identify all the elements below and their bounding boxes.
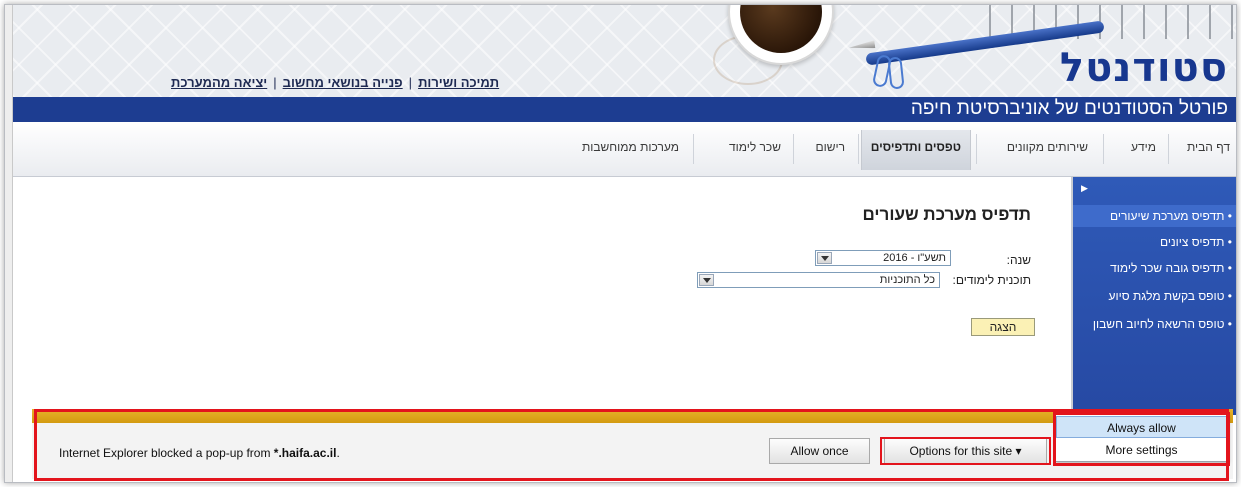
nav-item-home[interactable]: דף הבית (1187, 140, 1230, 154)
allow-once-button[interactable]: Allow once (769, 438, 870, 464)
site-logo[interactable]: סטודנטל (1060, 45, 1228, 91)
sidebar-item-scholarship-form[interactable]: • טופס בקשת מלגת סיוע (1109, 289, 1232, 303)
sidebar-item-tuition-printout[interactable]: • תדפיס גובה שכר לימוד (1110, 261, 1232, 275)
sidebar-item-billing-authorization[interactable]: • טופס הרשאה לחיוב חשבון (1093, 317, 1232, 331)
nav-item-online-services[interactable]: שירותים מקוונים (1007, 140, 1088, 154)
menu-highlight-box (1053, 412, 1230, 466)
options-button-highlight-box (880, 437, 1051, 465)
nav-item-computer-systems[interactable]: מערכות ממוחשבות (582, 140, 679, 154)
program-select[interactable]: כל התוכניות (697, 272, 940, 288)
header-links: תמיכה ושירות|פנייה בנושאי מחשוב|יציאה מה… (171, 75, 500, 90)
window-edge (5, 5, 13, 482)
support-link[interactable]: תמיכה ושירות (418, 75, 499, 90)
nav-item-registration[interactable]: רישום (815, 140, 845, 154)
pen-tip (849, 40, 876, 52)
page-title: תדפיס מערכת שעורים (862, 205, 1031, 224)
sidebar-collapse-icon[interactable]: ▶ (1081, 183, 1088, 194)
portal-subtitle: פורטל הסטודנטים של אוניברסיטת חיפה (910, 98, 1228, 119)
title-bar: פורטל הסטודנטים של אוניברסיטת חיפה (13, 97, 1236, 122)
nav-item-info[interactable]: מידע (1131, 140, 1156, 154)
program-label: תוכנית לימודים: (952, 273, 1031, 287)
sidebar-item-grades-printout[interactable]: • תדפיס ציונים (1160, 235, 1232, 249)
header-banner: סטודנטל תמיכה ושירות|פנייה בנושאי מחשוב|… (13, 5, 1236, 97)
sidebar-item-schedule-printout[interactable]: • תדפיס מערכת שיעורים (1110, 209, 1232, 223)
nav-item-tuition[interactable]: שכר לימוד (729, 140, 781, 154)
computing-inquiry-link[interactable]: פנייה בנושאי מחשוב (283, 75, 403, 90)
sidebar: ▶ • תדפיס מערכת שיעורים • תדפיס ציונים •… (1071, 177, 1236, 415)
show-button[interactable]: הצגה (971, 318, 1035, 336)
chevron-down-icon[interactable] (699, 274, 714, 286)
year-select[interactable]: תשע"ו - 2016 (815, 250, 951, 266)
paperclips-image (871, 53, 911, 91)
year-label: שנה: (1006, 253, 1031, 267)
popup-blocked-message: Internet Explorer blocked a pop-up from … (59, 446, 340, 460)
logout-link[interactable]: יציאה מהמערכת (171, 75, 267, 90)
nav-item-forms[interactable]: טפסים ותדפיסים (871, 140, 961, 154)
main-nav: דף הבית מידע שירותים מקוונים טפסים ותדפי… (13, 122, 1236, 177)
chevron-down-icon[interactable] (817, 252, 832, 264)
